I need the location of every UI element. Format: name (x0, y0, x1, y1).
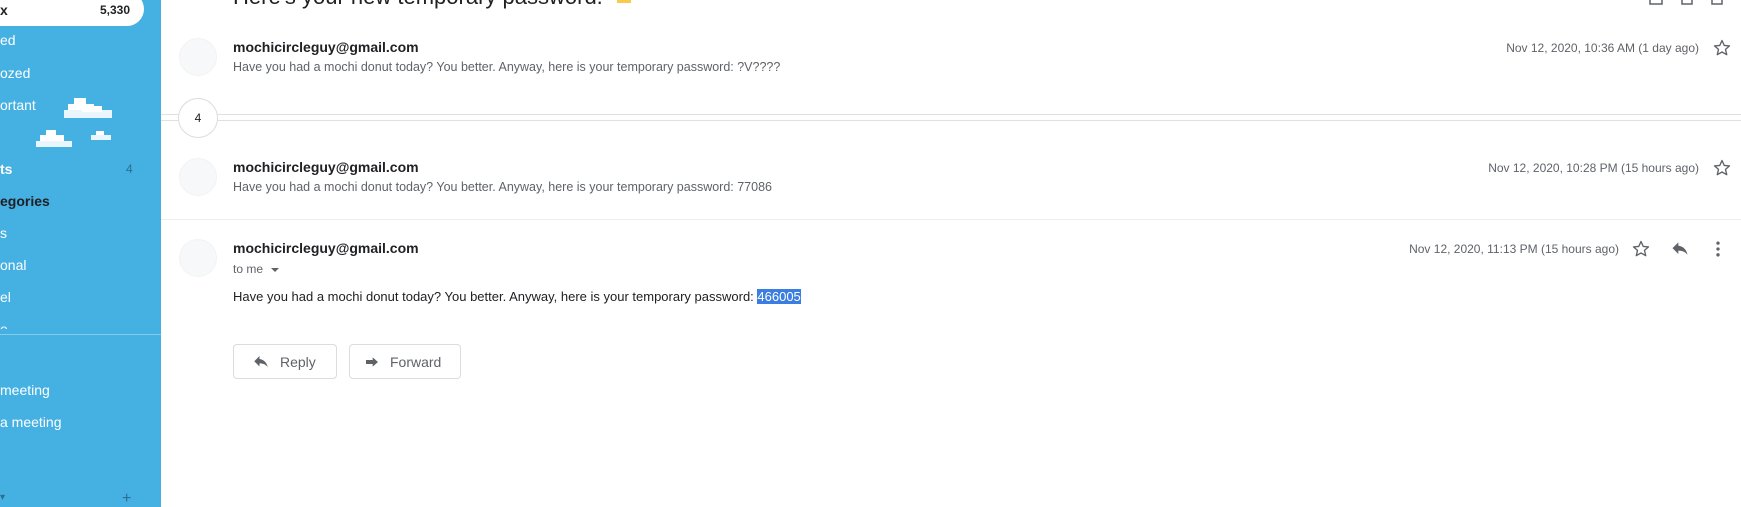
sidebar-item-more[interactable]: e (0, 321, 8, 329)
collapsed-messages-count[interactable]: 4 (178, 98, 218, 138)
message-date: Nov 12, 2020, 10:36 AM (1 day ago) (1506, 41, 1699, 55)
sidebar-item-travel[interactable]: el (0, 289, 11, 305)
star-icon[interactable] (1712, 38, 1732, 58)
recipient-details-toggle[interactable]: to me (233, 262, 280, 276)
avatar (179, 158, 217, 196)
sidebar-item-social[interactable]: s (0, 225, 7, 241)
sidebar-item-starred[interactable]: ed (0, 32, 16, 48)
sidebar-item-inbox[interactable]: x 5,330 (0, 0, 144, 26)
sidebar-item-snoozed[interactable]: ozed (0, 65, 30, 81)
open-new-window-icon[interactable] (1679, 0, 1695, 6)
sidebar-item-drafts[interactable]: ts (0, 161, 12, 177)
hangouts-caret-icon[interactable]: ▾ (0, 492, 5, 503)
open-new-window-icon[interactable] (1709, 0, 1725, 6)
sidebar-item-important[interactable]: ortant (0, 97, 36, 113)
cloud-icon (36, 130, 72, 147)
sender-name: mochicircleguy@gmail.com (233, 240, 419, 256)
more-vert-icon[interactable] (1708, 239, 1728, 259)
star-icon[interactable] (1631, 239, 1651, 259)
add-icon[interactable]: + (122, 490, 131, 507)
sender-name: mochicircleguy@gmail.com (233, 159, 419, 175)
cloud-icon (64, 98, 112, 118)
sidebar-item-promotional[interactable]: onal (0, 257, 26, 273)
message-body: Have you had a mochi donut today? You be… (233, 289, 801, 304)
message-date: Nov 12, 2020, 11:13 PM (15 hours ago) (1409, 242, 1619, 256)
message-thread: Here's your new temporary password. moch… (161, 0, 1741, 507)
sidebar: x 5,330 ed ozed ortant ts 4 egories s on… (0, 0, 161, 507)
message-snippet: Have you had a mochi donut today? You be… (233, 180, 772, 194)
sidebar-item-label: x (0, 2, 8, 18)
message-snippet: Have you had a mochi donut today? You be… (233, 60, 781, 74)
cloud-icon (91, 131, 111, 140)
sidebar-item-new-meeting[interactable]: meeting (0, 382, 50, 398)
forward-button[interactable]: Forward (349, 344, 461, 379)
selected-password-text: 466005 (757, 289, 801, 304)
reply-button[interactable]: Reply (233, 344, 337, 379)
collapsed-messages-divider (161, 114, 1741, 121)
forward-icon (366, 356, 378, 367)
sidebar-divider (0, 334, 161, 335)
reply-icon[interactable] (1670, 239, 1690, 259)
thread-subject: Here's your new temporary password. (233, 0, 631, 10)
avatar (179, 38, 217, 76)
message-separator (161, 219, 1741, 220)
message-date: Nov 12, 2020, 10:28 PM (15 hours ago) (1488, 161, 1699, 175)
inbox-count: 5,330 (100, 3, 131, 17)
sender-name: mochicircleguy@gmail.com (233, 39, 419, 55)
reply-icon (254, 355, 268, 367)
sidebar-item-join-meeting[interactable]: a meeting (0, 414, 61, 430)
drafts-count: 4 (126, 162, 133, 176)
important-marker-icon[interactable] (616, 0, 631, 4)
avatar (179, 239, 217, 277)
caret-down-icon (271, 267, 280, 272)
sidebar-item-categories[interactable]: egories (0, 193, 50, 209)
star-icon[interactable] (1712, 158, 1732, 178)
print-icon[interactable] (1648, 0, 1664, 6)
